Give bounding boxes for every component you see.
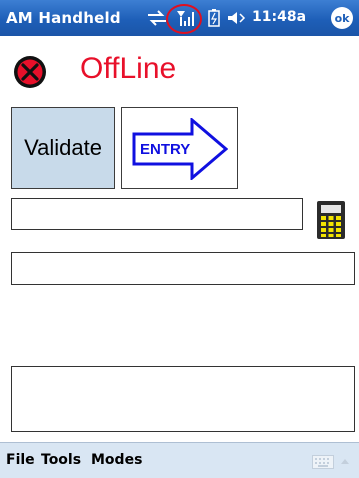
menu-modes[interactable]: Modes [91, 452, 142, 468]
menu-tools[interactable]: Tools [41, 452, 81, 468]
entry-button[interactable]: ENTRY [121, 107, 238, 189]
menu-bar: File Tools Modes [0, 442, 359, 478]
app-title: AM Handheld [6, 9, 121, 27]
ok-button[interactable]: ok [331, 7, 353, 29]
battery-icon[interactable] [208, 9, 220, 27]
volume-icon[interactable] [226, 9, 246, 27]
sync-icon[interactable] [146, 9, 168, 27]
title-bar: AM Handheld 11:48a ok [0, 0, 359, 36]
calculator-icon[interactable] [316, 200, 346, 240]
secondary-input[interactable] [11, 252, 355, 285]
signal-highlight-circle [166, 4, 202, 34]
notes-textarea[interactable] [11, 366, 355, 432]
menu-file[interactable]: File [6, 452, 35, 468]
clock[interactable]: 11:48a [252, 9, 306, 25]
offline-status-icon [14, 56, 46, 88]
status-text: OffLine [80, 52, 177, 85]
keyboard-icon[interactable] [312, 455, 334, 469]
entry-label: ENTRY [140, 141, 191, 158]
validate-button[interactable]: Validate [11, 107, 115, 189]
chevron-up-icon[interactable] [340, 457, 350, 465]
barcode-input[interactable] [11, 198, 303, 230]
